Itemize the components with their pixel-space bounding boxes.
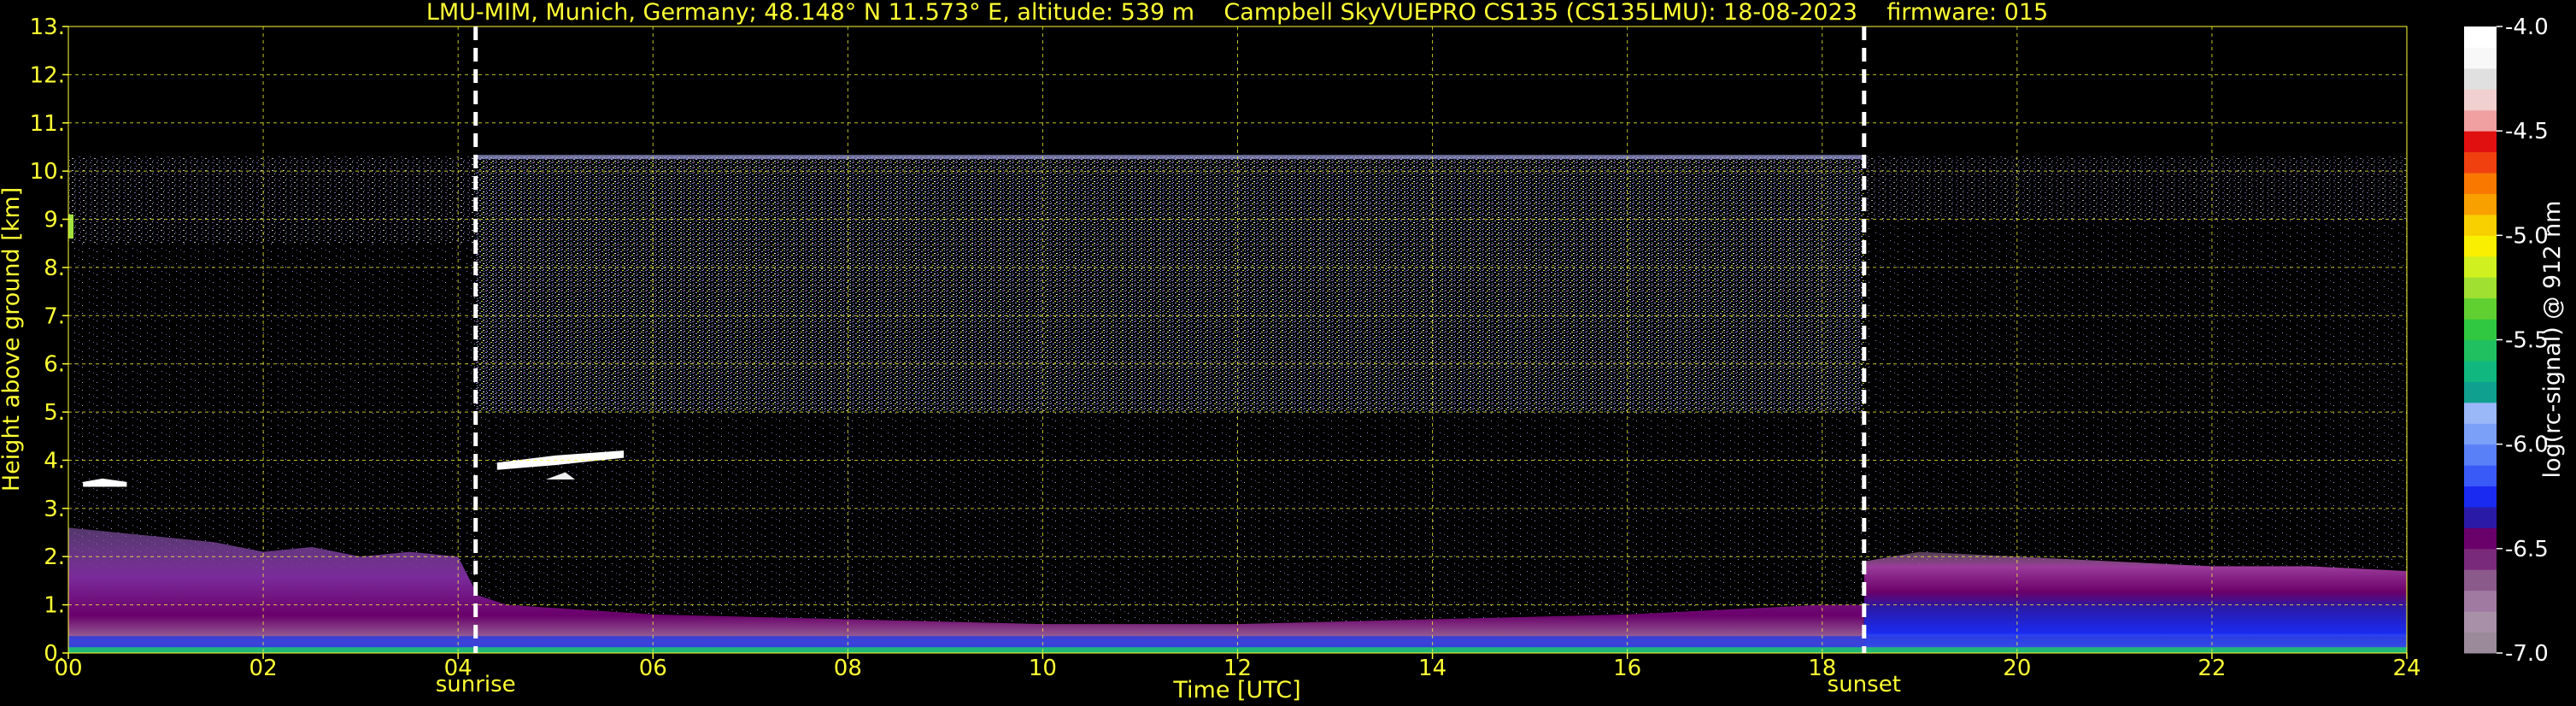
colorbar-segment <box>2464 506 2497 528</box>
colorbar-segment <box>2464 235 2497 257</box>
colorbar-segment <box>2464 548 2497 570</box>
colorbar-segment <box>2464 193 2497 215</box>
x-tick-label: 20 <box>2003 656 2031 681</box>
x-tick-label: 04 <box>444 656 472 681</box>
y-tick-label: 13. <box>30 15 65 40</box>
colorbar-segment <box>2464 590 2497 612</box>
noise-day <box>475 156 1864 413</box>
colorbar-tick-label: -7.0 <box>2505 641 2549 667</box>
edge-blip <box>68 214 73 239</box>
colorbar-segment <box>2464 297 2497 320</box>
colorbar-segment <box>2464 256 2497 278</box>
x-tick-label: 22 <box>2198 656 2226 681</box>
x-axis-label: Time [UTC] <box>1172 677 1300 703</box>
y-tick-label: 2. <box>44 544 65 570</box>
colorbar-tick-label: -6.5 <box>2505 537 2549 562</box>
y-tick-label: 10. <box>30 159 65 185</box>
y-tick-label: 9. <box>44 208 65 233</box>
y-tick-label: 3. <box>44 497 65 522</box>
colorbar-segment <box>2464 444 2497 466</box>
colorbar-segment <box>2464 89 2497 111</box>
colorbar-segment <box>2464 214 2497 236</box>
colorbar-segment <box>2464 173 2497 194</box>
y-tick-label: 0. <box>44 641 65 667</box>
colorbar-segment <box>2464 527 2497 550</box>
colorbar-segment <box>2464 339 2497 362</box>
colorbar-segment <box>2464 632 2497 654</box>
colorbar-segment <box>2464 381 2497 403</box>
sunset-label: sunset <box>1828 672 1901 697</box>
colorbar-segment <box>2464 360 2497 382</box>
colorbar-segment <box>2464 26 2497 48</box>
chart-title: LMU-MIM, Munich, Germany; 48.148° N 11.5… <box>426 0 2048 26</box>
colorbar-segment <box>2464 131 2497 153</box>
colorbar-tick-label: -4.5 <box>2505 119 2549 144</box>
x-tick-label: 16 <box>1613 656 1641 681</box>
colorbar-segment <box>2464 465 2497 487</box>
x-tick-label: 24 <box>2392 656 2421 681</box>
y-tick-label: 4. <box>44 448 65 474</box>
y-tick-label: 6. <box>44 352 65 378</box>
y-tick-label: 7. <box>44 303 65 329</box>
y-tick-label: 5. <box>44 400 65 426</box>
x-tick-label: 02 <box>249 656 278 681</box>
y-axis-label: Height above ground [km] <box>0 187 25 491</box>
x-tick-label: 06 <box>639 656 667 681</box>
colorbar-segment <box>2464 423 2497 445</box>
colorbar-segment <box>2464 151 2497 174</box>
colorbar-segment <box>2464 485 2497 508</box>
ceilometer-chart: sunrise sunset 00 02 04 06 08 10 12 14 16 18 20 22 24… <box>0 0 2566 703</box>
colorbar: -4.0-4.5-5.0-5.5-6.0-6.5-7.0 <box>2464 15 2549 667</box>
colorbar-segment <box>2464 109 2497 132</box>
x-tick-label: 14 <box>1418 656 1446 681</box>
x-tick-label: 18 <box>1808 656 1836 681</box>
y-tick-label: 1. <box>44 593 65 619</box>
y-tick-label: 8. <box>44 256 65 281</box>
colorbar-segment <box>2464 319 2497 340</box>
colorbar-segment <box>2464 47 2497 69</box>
y-axis-ticks: 0. 1. 2. 3. 4. 5. 6. 7. 8. 9. 10. 11. 12. 13. <box>30 15 68 667</box>
y-tick-label: 12. <box>30 62 65 88</box>
x-tick-label: 10 <box>1029 656 1057 681</box>
x-tick-label: 08 <box>834 656 862 681</box>
colorbar-segment <box>2464 402 2497 424</box>
colorbar-tick-label: -4.0 <box>2505 15 2549 40</box>
colorbar-segment <box>2464 277 2497 299</box>
colorbar-segment <box>2464 611 2497 633</box>
y-tick-label: 11. <box>30 111 65 137</box>
colorbar-segment <box>2464 569 2497 591</box>
noise-top-edge <box>475 155 1864 160</box>
colorbar-segment <box>2464 68 2497 90</box>
noise-night-pm-upper <box>1863 156 2407 220</box>
plot-area <box>68 26 2407 653</box>
noise-night-am-upper <box>68 156 476 244</box>
colorbar-label: log(rc-signal) @ 912 nm <box>2539 201 2566 479</box>
